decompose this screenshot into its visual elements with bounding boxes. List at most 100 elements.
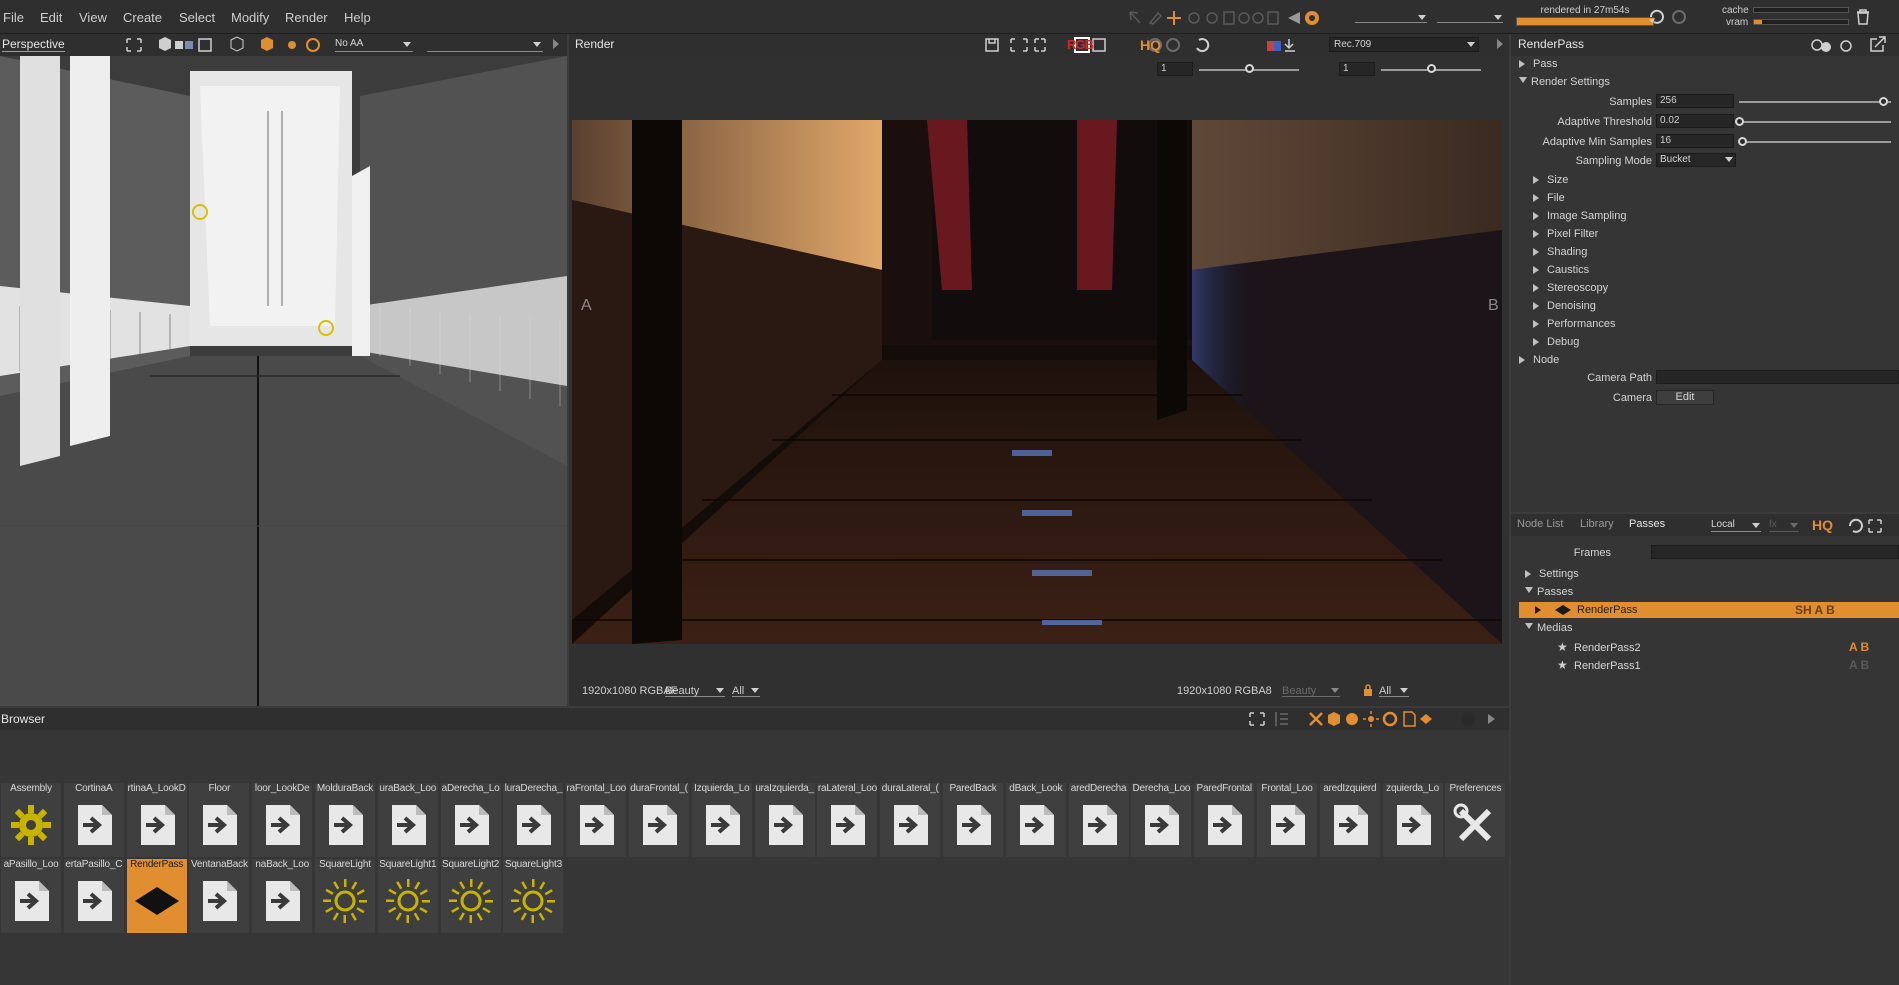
- setting-value-field[interactable]: 0.02: [1656, 114, 1734, 128]
- exposure-b-field[interactable]: 1: [1339, 62, 1375, 76]
- viewport-title[interactable]: Perspective: [2, 37, 65, 52]
- exposure-a-knob[interactable]: [1245, 64, 1254, 73]
- browser-item[interactable]: Floor: [189, 783, 250, 857]
- renderpass-expand-icon[interactable]: [1535, 606, 1545, 614]
- menu-create[interactable]: Create: [123, 10, 162, 25]
- camera-edit-button[interactable]: Edit: [1656, 390, 1714, 405]
- render-tools-icon[interactable]: [983, 36, 1213, 54]
- passes-hq-toggle[interactable]: HQ: [1812, 517, 1833, 533]
- refresh-icon[interactable]: [1648, 8, 1692, 26]
- settings-group[interactable]: Size: [1533, 174, 1568, 186]
- left-pass-dropdown[interactable]: Beauty: [665, 684, 725, 697]
- browser-item[interactable]: aDerecha_Lo: [440, 783, 501, 857]
- browser-item[interactable]: ParedFrontal: [1194, 783, 1255, 857]
- perspective-viewport[interactable]: Perspective No AA: [0, 34, 567, 706]
- tab-library[interactable]: Library: [1580, 518, 1614, 530]
- settings-group[interactable]: Stereoscopy: [1533, 282, 1608, 294]
- setting-value-field[interactable]: 256: [1656, 94, 1734, 108]
- menu-render[interactable]: Render: [285, 10, 328, 25]
- toolbar-dropdown-2[interactable]: [1437, 12, 1503, 23]
- settings-group[interactable]: Image Sampling: [1533, 210, 1627, 222]
- browser-item[interactable]: ertaPasillo_C: [63, 859, 124, 933]
- render-image[interactable]: [572, 120, 1502, 644]
- browser-item[interactable]: SquareLight2: [440, 859, 501, 933]
- compare-tools-icon[interactable]: [1265, 37, 1299, 55]
- toolbar-dropdown-1[interactable]: [1355, 12, 1427, 23]
- render-expand-icon[interactable]: [1497, 39, 1508, 49]
- frames-field[interactable]: [1651, 545, 1899, 559]
- right-pass-dropdown[interactable]: Beauty: [1282, 684, 1340, 697]
- setting-slider[interactable]: [1739, 141, 1891, 143]
- section-pass[interactable]: Pass: [1519, 58, 1557, 70]
- menu-view[interactable]: View: [79, 10, 107, 25]
- settings-group[interactable]: Performances: [1533, 318, 1615, 330]
- camera-dropdown[interactable]: [427, 38, 543, 52]
- browser-item[interactable]: MolduraBack: [315, 783, 375, 857]
- tab-node-list[interactable]: Node List: [1517, 518, 1563, 530]
- panel-expand-icon[interactable]: [553, 39, 564, 49]
- browser-filter-icons[interactable]: [1248, 710, 1508, 728]
- menu-modify[interactable]: Modify: [231, 10, 269, 25]
- browser-item[interactable]: luraDerecha_: [503, 783, 564, 857]
- renderpass-flags[interactable]: SH A B: [1795, 603, 1835, 617]
- browser-item[interactable]: duraLateral_(: [880, 783, 941, 857]
- section-render-settings[interactable]: Render Settings: [1519, 76, 1610, 88]
- browser-item[interactable]: rtinaA_LookD: [126, 783, 187, 857]
- right-layer-dropdown[interactable]: All: [1379, 684, 1409, 697]
- settings-group[interactable]: Pixel Filter: [1533, 228, 1598, 240]
- media-row[interactable]: ★ RenderPass2 A B: [1519, 640, 1899, 656]
- tree-renderpass-row[interactable]: RenderPass SH A B: [1519, 602, 1899, 618]
- viewport-tools-icon[interactable]: [125, 36, 325, 54]
- menu-help[interactable]: Help: [344, 10, 371, 25]
- sampling-mode-dropdown[interactable]: Bucket: [1656, 153, 1736, 167]
- trash-icon[interactable]: [1855, 8, 1871, 26]
- browser-item[interactable]: aPasillo_Loo: [1, 859, 61, 933]
- browser-item[interactable]: raLateral_Loo: [817, 783, 878, 857]
- browser-item[interactable]: dBack_Look: [1005, 783, 1066, 857]
- scene-3d-view[interactable]: [0, 56, 567, 706]
- browser-item[interactable]: raFrontal_Loo: [566, 783, 627, 857]
- media-row[interactable]: ★ RenderPass1 A B: [1519, 658, 1899, 674]
- camera-path-field[interactable]: [1656, 370, 1899, 384]
- setting-slider-knob[interactable]: [1878, 97, 1888, 106]
- colorspace-dropdown[interactable]: Rec.709: [1329, 37, 1479, 52]
- settings-group[interactable]: Denoising: [1533, 300, 1596, 312]
- transform-tools-icon[interactable]: [1128, 9, 1348, 27]
- browser-item[interactable]: uraBack_Loo: [377, 783, 438, 857]
- setting-slider-knob[interactable]: [1737, 137, 1747, 146]
- browser-item[interactable]: SquareLight1: [377, 859, 438, 933]
- browser-item[interactable]: CortinaA: [63, 783, 124, 857]
- aa-mode-dropdown[interactable]: No AA: [335, 38, 413, 52]
- scope-dropdown[interactable]: Local: [1711, 519, 1761, 532]
- tree-settings[interactable]: Settings: [1525, 568, 1579, 580]
- passes-tools-icon[interactable]: [1847, 517, 1897, 535]
- browser-item[interactable]: Assembly: [1, 783, 61, 857]
- settings-group[interactable]: File: [1533, 192, 1565, 204]
- tree-passes[interactable]: Passes: [1525, 586, 1573, 598]
- media-ab-flags[interactable]: A B: [1849, 658, 1869, 672]
- inspector-tools-icon[interactable]: [1801, 36, 1896, 54]
- browser-item[interactable]: loor_LookDe: [252, 783, 313, 857]
- browser-item[interactable]: Preferences: [1445, 783, 1506, 857]
- browser-item[interactable]: uraIzquierda_: [754, 783, 815, 857]
- tab-passes[interactable]: Passes: [1629, 518, 1665, 530]
- setting-slider[interactable]: [1739, 101, 1891, 103]
- browser-item[interactable]: Izquierda_Lo: [691, 783, 752, 857]
- browser-item[interactable]: SquareLight3: [503, 859, 564, 933]
- browser-item[interactable]: duraFrontal_(: [629, 783, 689, 857]
- browser-item[interactable]: naBack_Loo: [252, 859, 313, 933]
- section-node[interactable]: Node: [1519, 354, 1559, 366]
- setting-value-field[interactable]: 16: [1656, 134, 1734, 148]
- browser-item[interactable]: VentanaBack: [189, 859, 250, 933]
- settings-group[interactable]: Shading: [1533, 246, 1587, 258]
- tree-medias[interactable]: Medias: [1525, 622, 1572, 634]
- setting-slider[interactable]: [1739, 121, 1891, 123]
- fx-dropdown[interactable]: fx: [1769, 519, 1799, 532]
- exposure-a-field[interactable]: 1: [1157, 62, 1193, 76]
- setting-slider-knob[interactable]: [1735, 117, 1744, 126]
- exposure-b-knob[interactable]: [1427, 64, 1436, 73]
- settings-group[interactable]: Caustics: [1533, 264, 1589, 276]
- browser-item[interactable]: Frontal_Loo: [1257, 783, 1317, 857]
- media-ab-flags[interactable]: A B: [1849, 640, 1869, 654]
- browser-item[interactable]: RenderPass: [126, 859, 187, 933]
